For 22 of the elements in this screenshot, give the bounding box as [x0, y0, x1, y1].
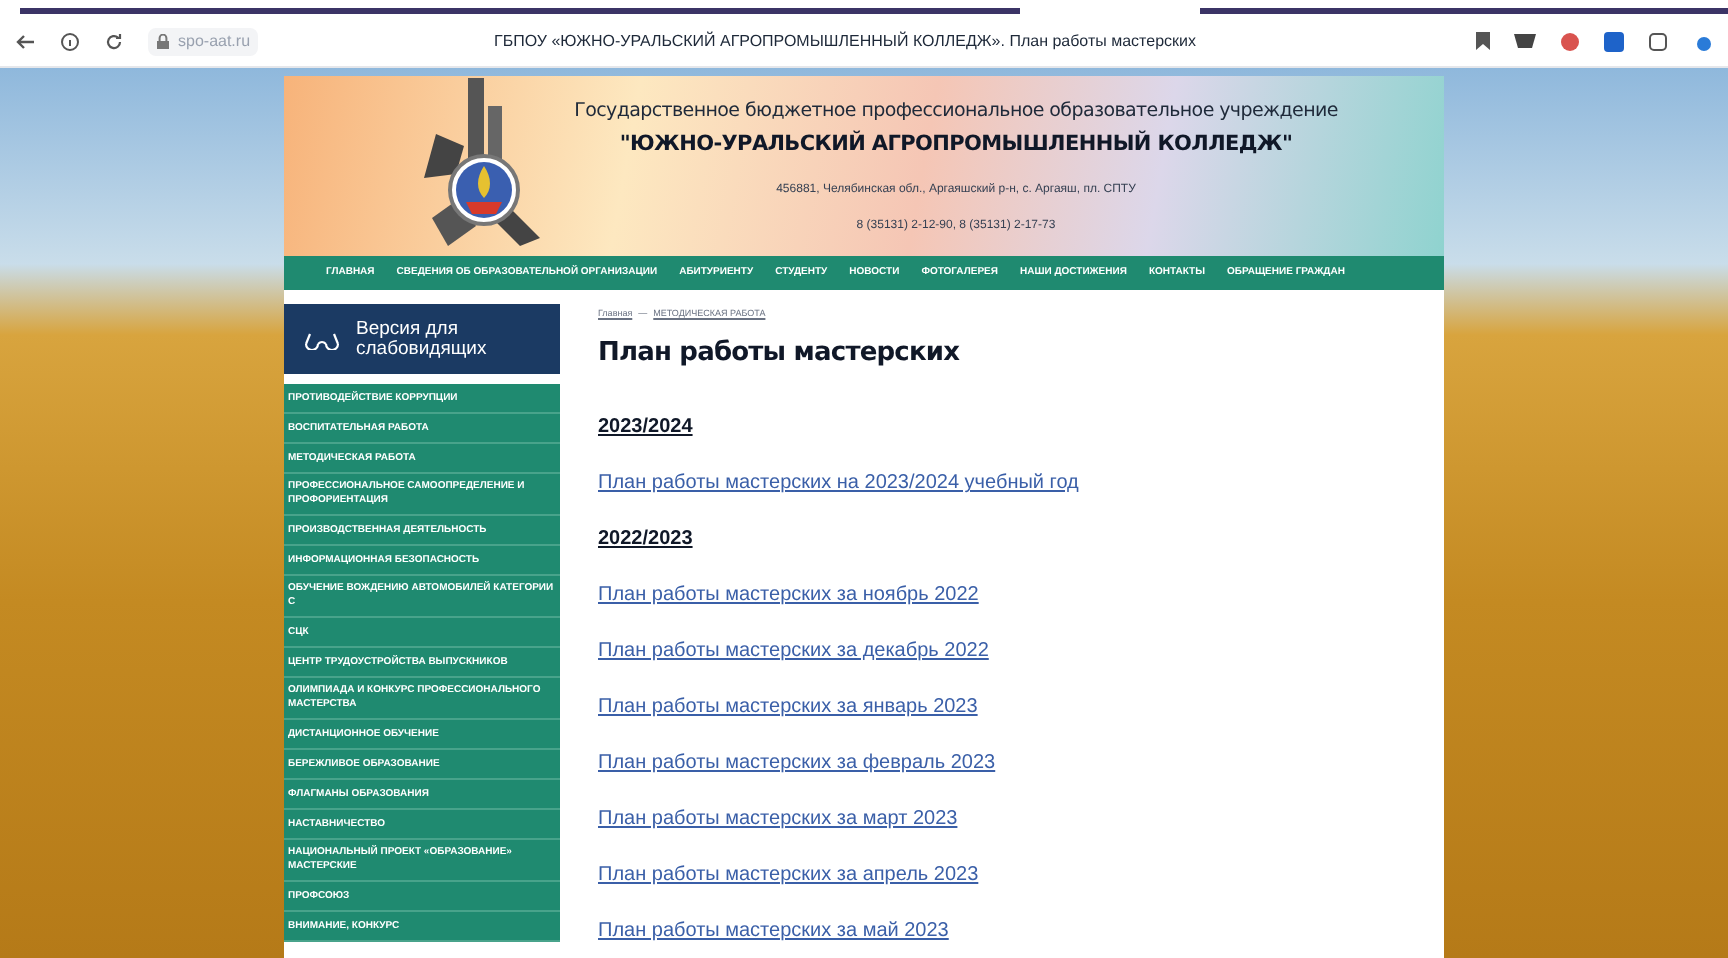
- plan-link[interactable]: План работы мастерских за апрель 2023: [598, 860, 979, 893]
- glasses-icon: [304, 329, 340, 349]
- lock-icon: [156, 33, 170, 49]
- low-vision-version-button[interactable]: Версия для слабовидящих: [284, 304, 560, 374]
- info-icon[interactable]: [60, 31, 80, 51]
- plan-link[interactable]: План работы мастерских за декабрь 2022: [598, 636, 989, 669]
- page-heading: План работы мастерских: [598, 335, 962, 372]
- back-arrow-icon[interactable]: [16, 31, 36, 51]
- year-heading: 2022/2023: [598, 526, 693, 555]
- plan-link[interactable]: План работы мастерских за март 2023: [598, 804, 958, 837]
- reload-icon[interactable]: [104, 31, 124, 51]
- address-field[interactable]: spo-aat.ru: [148, 27, 259, 55]
- plan-link[interactable]: План работы мастерских на 2023/2024 учебный год: [598, 468, 1079, 501]
- org-type: Государственное бюджетное профессиональное образовательное учреждение: [574, 98, 1338, 126]
- plan-link[interactable]: План работы мастерских за май 2023: [598, 916, 949, 949]
- plan-link[interactable]: План работы мастерских за февраль 2023: [598, 748, 996, 781]
- org-name: "ЮЖНО-УРАЛЬСКИЙ АГРОПРОМЫШЛЕННЫЙ КОЛЛЕДЖ": [619, 130, 1293, 161]
- page-title: ГБПОУ «ЮЖНО-УРАЛЬСКИЙ АГРОПРОМЫШЛЕННЫЙ КОЛЛЕДЖ». План работы мастерских: [494, 29, 1196, 53]
- year-heading: 2023/2024: [598, 414, 693, 443]
- plan-link[interactable]: План работы мастерских за январь 2023: [598, 692, 978, 725]
- bookmark-icon[interactable]: [1476, 32, 1490, 50]
- plan-link[interactable]: План работы мастерских за ноябрь 2022: [598, 580, 979, 613]
